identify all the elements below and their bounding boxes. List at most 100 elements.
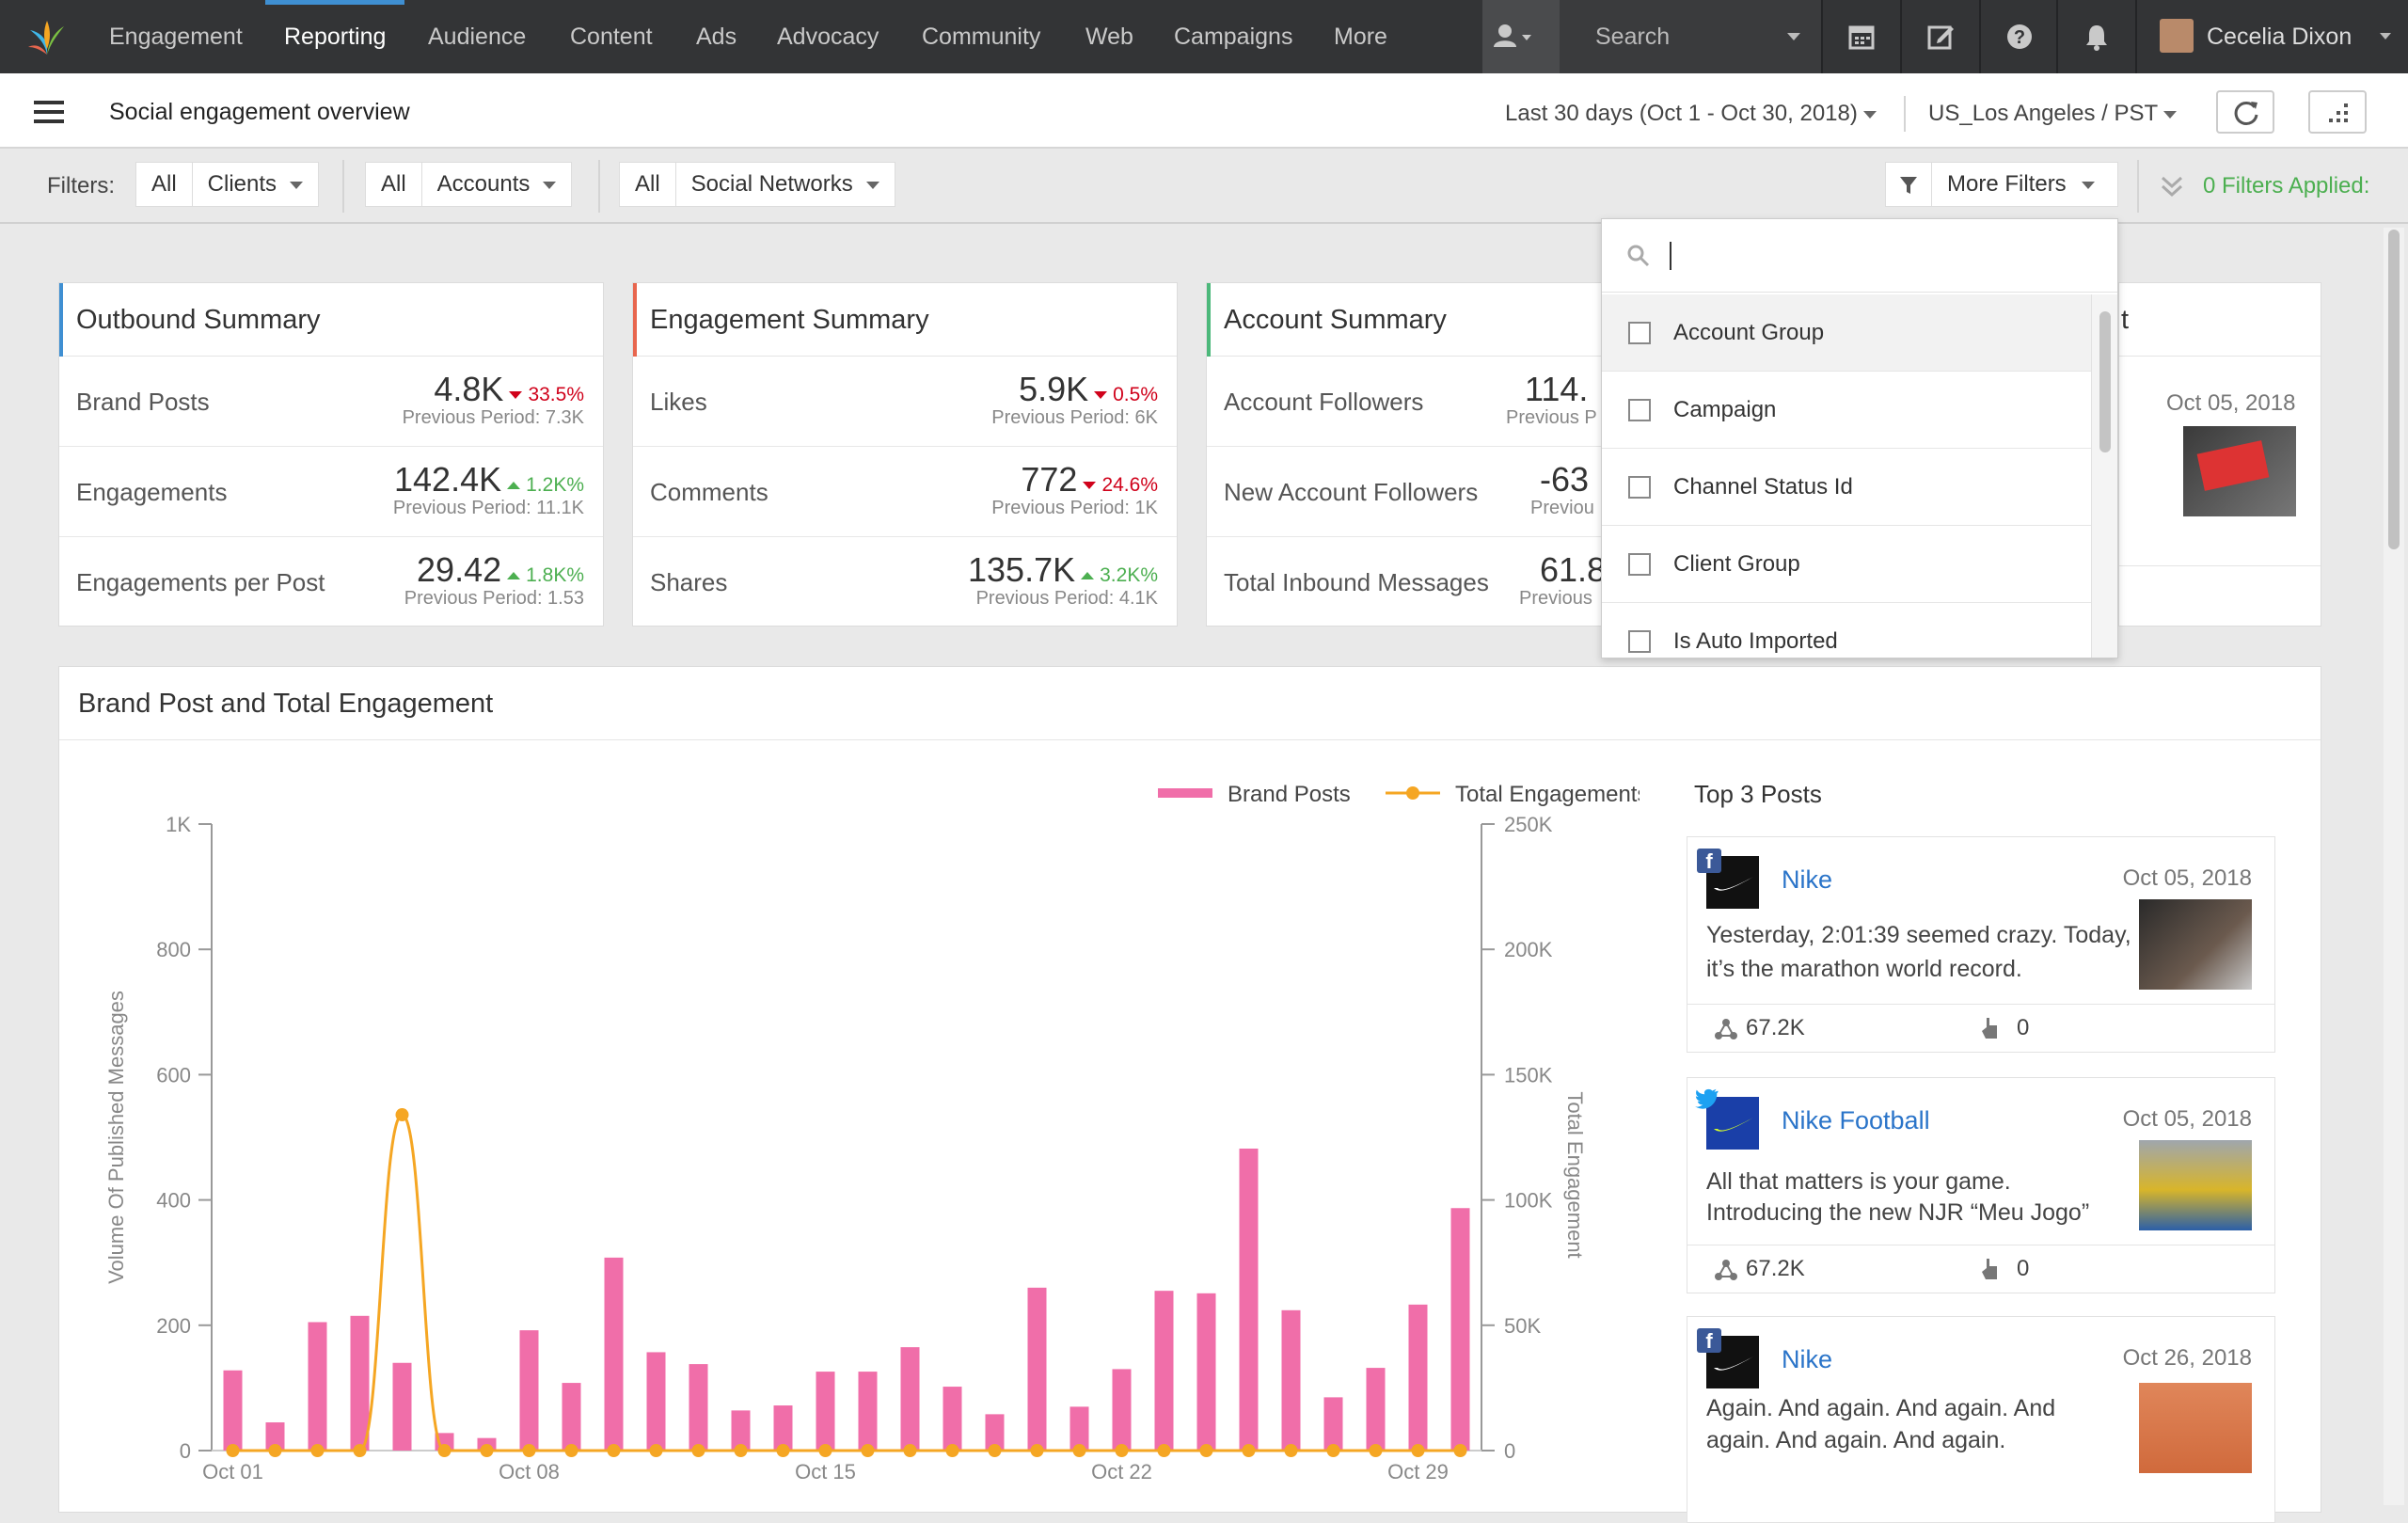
user-menu[interactable]: Cecelia Dixon — [2135, 0, 2408, 73]
nav-community[interactable]: Community — [922, 0, 1040, 73]
calendar-icon — [1848, 25, 1875, 50]
filter-search-field[interactable] — [1602, 219, 2117, 293]
bar-brand-posts — [1450, 1208, 1470, 1451]
point-total-engagements — [395, 1108, 409, 1122]
bar-brand-posts — [1112, 1369, 1132, 1451]
accounts-filter[interactable]: All Accounts — [365, 162, 573, 207]
user-switcher-button[interactable] — [1482, 0, 1560, 73]
hamburger-menu-icon[interactable] — [34, 100, 64, 124]
bar-brand-posts — [1281, 1309, 1301, 1451]
timezone-selector[interactable]: US_Los Angeles / PST — [1928, 73, 2178, 154]
y2-tick-label: 0 — [1504, 1439, 1515, 1463]
bar-brand-posts — [1027, 1287, 1047, 1451]
post-text: Yesterday, 2:01:39 seemed crazy. Today, … — [1706, 922, 2131, 982]
help-button[interactable]: ? — [1979, 0, 2056, 73]
checkbox[interactable] — [1628, 553, 1651, 576]
filter-option[interactable]: Campaign — [1602, 372, 2091, 449]
page-scrollbar-thumb[interactable] — [2388, 230, 2400, 549]
collapse-chevrons-icon[interactable] — [2160, 173, 2184, 199]
divider — [342, 160, 344, 213]
more-filters-label: More Filters — [1947, 171, 2067, 197]
metric-value: -63 — [1540, 460, 1590, 499]
filter-option[interactable]: Is Auto Imported — [1602, 603, 2091, 658]
refresh-button[interactable] — [2216, 90, 2274, 134]
clients-filter[interactable]: All Clients — [135, 162, 320, 207]
post-thumbnail[interactable] — [2139, 1140, 2252, 1230]
date-range-selector[interactable]: Last 30 days (Oct 1 - Oct 30, 2018) — [1505, 73, 1877, 154]
card-title: Engagement Summary — [633, 283, 1177, 357]
point-total-engagements — [437, 1444, 452, 1457]
metric-previous: Previous Period: 1.53 — [404, 588, 584, 609]
clients-all-toggle[interactable]: All — [136, 163, 193, 206]
metric-label: New Account Followers — [1224, 478, 1479, 506]
layout-options-button[interactable] — [2308, 90, 2367, 134]
post-thumbnail[interactable] — [2139, 899, 2252, 990]
accounts-filter-dropdown[interactable]: Accounts — [422, 163, 572, 206]
metric-label: Likes — [650, 388, 707, 416]
clients-filter-dropdown[interactable]: Clients — [193, 163, 318, 206]
metric-label: Engagements per Post — [76, 568, 325, 596]
nav-audience[interactable]: Audience — [428, 0, 526, 73]
dropdown-scrollbar-thumb[interactable] — [2099, 311, 2111, 452]
point-total-engagements — [268, 1444, 282, 1457]
metric-row: Engagements per Post 29.42 1.8K% Previous … — [59, 537, 603, 627]
filter-option[interactable]: Account Group — [1602, 294, 2091, 372]
nav-advocacy[interactable]: Advocacy — [777, 0, 879, 73]
page-scrollbar[interactable] — [2384, 228, 2404, 1505]
filter-option-label: Campaign — [1673, 397, 1777, 422]
post-author[interactable]: Nike — [1782, 1345, 1832, 1374]
metric-change: 33.5% — [528, 384, 584, 405]
caret-down-icon — [2163, 110, 2178, 119]
point-total-engagements — [1030, 1444, 1044, 1457]
nav-campaigns[interactable]: Campaigns — [1174, 0, 1292, 73]
point-total-engagements — [310, 1444, 325, 1457]
post-card[interactable]: Nike Football Oct 05, 2018 All that matt… — [1687, 1077, 2275, 1293]
metric-previous: Previous Period: 1K — [991, 498, 1158, 518]
dropdown-scrollbar[interactable] — [2091, 294, 2117, 658]
y-tick-label: 800 — [156, 938, 191, 961]
top-navigation-bar: Engagement Reporting Audience Content Ad… — [0, 0, 2408, 73]
help-icon: ? — [2007, 24, 2032, 49]
nav-engagement[interactable]: Engagement — [109, 0, 243, 73]
post-thumbnail[interactable] — [2139, 1383, 2252, 1473]
social-networks-filter[interactable]: All Social Networks — [619, 162, 895, 207]
filter-option[interactable]: Client Group — [1602, 526, 2091, 603]
notifications-button[interactable] — [2056, 0, 2133, 73]
metric-value: 4.8K — [434, 370, 504, 408]
social-networks-all-toggle[interactable]: All — [620, 163, 676, 206]
post-author[interactable]: Nike Football — [1782, 1106, 1930, 1135]
post-author[interactable]: Nike — [1782, 865, 1832, 895]
checkbox[interactable] — [1628, 322, 1651, 344]
filter-option[interactable]: Channel Status Id — [1602, 449, 2091, 526]
point-total-engagements — [607, 1444, 621, 1457]
nav-web[interactable]: Web — [1085, 0, 1133, 73]
point-total-engagements — [1157, 1444, 1171, 1457]
filters-applied-status: 0 Filters Applied: — [2203, 173, 2370, 198]
checkbox[interactable] — [1628, 630, 1651, 653]
checkbox[interactable] — [1628, 476, 1651, 499]
post-thumbnail[interactable] — [2183, 426, 2296, 516]
legend-label-brand-posts: Brand Posts — [1228, 782, 1351, 807]
clients-filter-label: Clients — [207, 171, 277, 197]
social-networks-filter-dropdown[interactable]: Social Networks — [676, 163, 895, 206]
legend-swatch-brand-posts — [1158, 788, 1212, 798]
nav-more[interactable]: More — [1334, 0, 1387, 73]
more-filters-button[interactable]: More Filters — [1885, 162, 2118, 207]
post-card[interactable]: f Nike Oct 05, 2018 Yesterday, 2:01:39 s… — [1687, 836, 2275, 1053]
page-title: Social engagement overview — [109, 99, 410, 125]
card-title: Outbound Summary — [59, 283, 603, 357]
calendar-button[interactable] — [1821, 0, 1898, 73]
nav-ads[interactable]: Ads — [696, 0, 737, 73]
metric-previous: Previous — [1519, 588, 1592, 609]
compose-button[interactable] — [1900, 0, 1977, 73]
filter-funnel-icon — [1886, 163, 1932, 206]
search-placeholder: Search — [1595, 24, 1671, 50]
post-card[interactable]: f Nike Oct 26, 2018 Again. And again. An… — [1687, 1316, 2275, 1523]
x-tick-label: Oct 29 — [1387, 1460, 1449, 1483]
global-search[interactable]: Search — [1560, 0, 1821, 73]
nav-content[interactable]: Content — [570, 0, 653, 73]
checkbox[interactable] — [1628, 399, 1651, 421]
nav-reporting[interactable]: Reporting — [265, 0, 405, 73]
sprinklr-logo-icon[interactable] — [26, 17, 68, 58]
accounts-all-toggle[interactable]: All — [366, 163, 422, 206]
